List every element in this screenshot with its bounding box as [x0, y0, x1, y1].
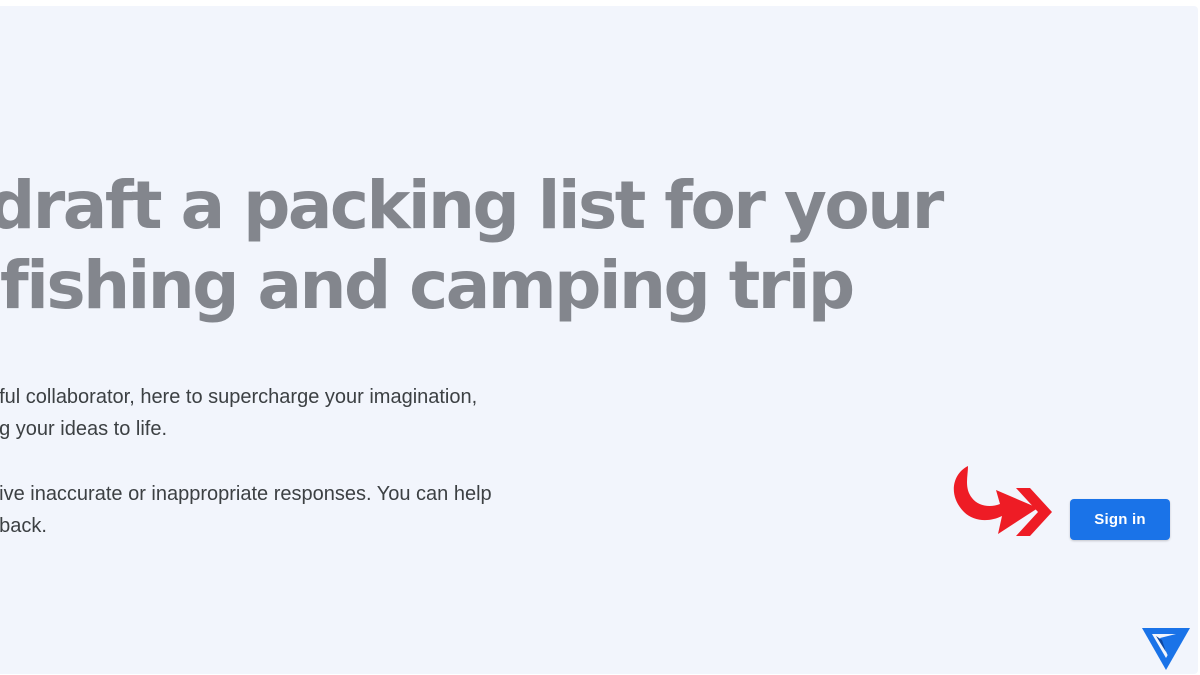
paragraph-line: pful collaborator, here to supercharge y…	[0, 386, 478, 408]
paragraph-line: give inaccurate or inappropriate respons…	[0, 483, 492, 505]
red-arrow-icon	[953, 466, 1052, 536]
headline-line: draft a packing list for your	[0, 167, 944, 244]
main-panel: draft a packing list for your fishing an…	[0, 6, 1198, 674]
disclaimer-paragraph: give inaccurate or inappropriate respons…	[0, 478, 492, 542]
paragraph-line: dback.	[0, 515, 47, 537]
brand-logo-icon	[1142, 628, 1190, 670]
sign-in-button[interactable]: Sign in	[1070, 499, 1170, 540]
hero-headline: draft a packing list for your fishing an…	[0, 166, 944, 326]
paragraph-line: ng your ideas to life.	[0, 418, 167, 440]
intro-paragraph: pful collaborator, here to supercharge y…	[0, 381, 477, 445]
headline-line: fishing and camping trip	[0, 247, 855, 324]
